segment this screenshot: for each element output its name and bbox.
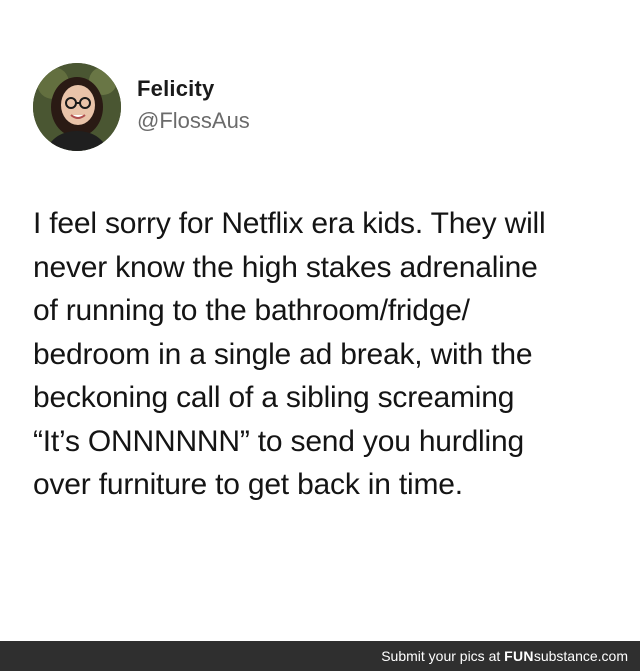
author-name[interactable]: Felicity <box>137 76 214 102</box>
tweet-text-line: I feel sorry for Netflix era kids. They … <box>33 207 546 240</box>
tweet-text-line: beckoning call of a sibling screaming <box>33 381 515 414</box>
avatar[interactable] <box>33 63 121 151</box>
watermark-footer: Submit your pics at FUNsubstance.com <box>0 641 640 671</box>
tweet-text-line: over furniture to get back in time. <box>33 468 463 501</box>
tweet-text: I feel sorry for Netflix era kids. They … <box>33 202 633 507</box>
watermark-suffix: .com <box>597 648 628 664</box>
tweet-text-line: “It’s ONNNNNN” to send you hurdling <box>33 424 524 458</box>
watermark-brand-bold: FUN <box>504 648 534 664</box>
tweet-card: Felicity @FlossAus I feel sorry for Netf… <box>0 0 640 640</box>
avatar-image <box>33 63 121 151</box>
tweet-text-line: never know the high stakes adrenaline <box>33 250 538 284</box>
watermark-brand-light: substance <box>533 648 598 664</box>
watermark-prefix: Submit your pics at <box>381 648 505 664</box>
author-handle[interactable]: @FlossAus <box>137 108 250 134</box>
watermark-text[interactable]: Submit your pics at FUNsubstance.com <box>381 648 628 664</box>
tweet-text-line: bedroom in a single ad break, with the <box>33 337 533 371</box>
tweet-text-line: of running to the bathroom/fridge/ <box>33 294 470 327</box>
